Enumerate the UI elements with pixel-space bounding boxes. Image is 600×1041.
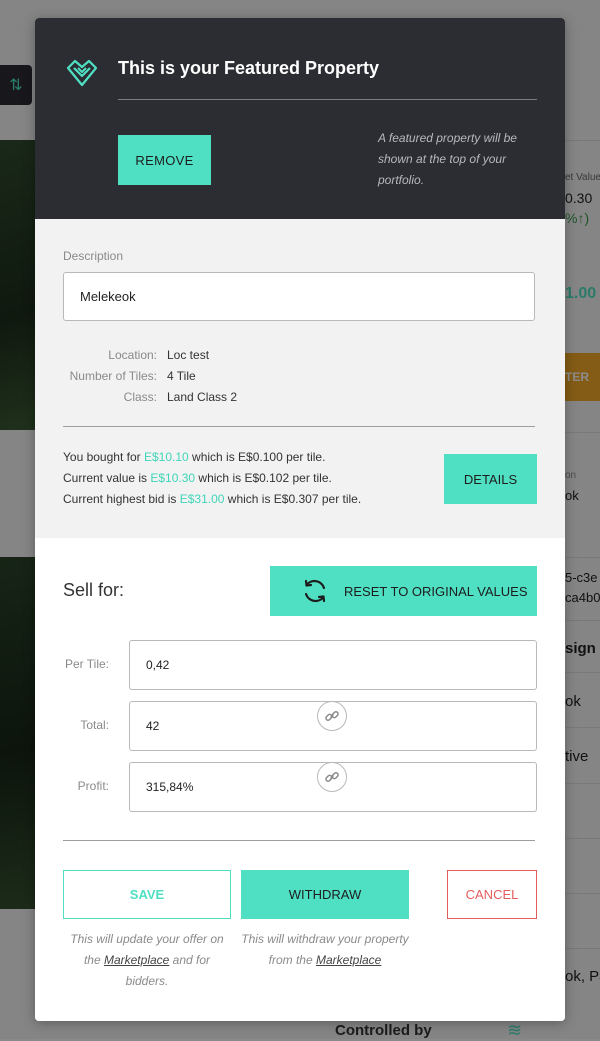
bid-suffix: which is E$0.307 per tile. [224, 492, 362, 506]
property-row-class: Class: Land Class 2 [63, 387, 535, 408]
bought-amount: E$10.10 [143, 450, 189, 464]
class-label: Class: [123, 390, 157, 404]
marketplace-link[interactable]: Marketplace [104, 953, 169, 967]
per-tile-input[interactable] [129, 640, 537, 690]
divider [63, 426, 535, 427]
location-value: Loc test [167, 348, 210, 362]
current-value-line: Current value is E$10.30 which is E$0.10… [63, 468, 433, 489]
link-values-button[interactable] [317, 762, 347, 792]
bought-suffix: which is E$0.100 per tile. [188, 450, 326, 464]
bid-amount: E$31.00 [179, 492, 225, 506]
marketplace-link[interactable]: Marketplace [316, 953, 381, 967]
bid-prefix: Current highest bid is [63, 492, 180, 506]
modal-title: This is your Featured Property [118, 58, 380, 78]
property-row-tiles: Number of Tiles: 4 Tile [63, 366, 535, 387]
reset-label: RESET TO ORIGINAL VALUES [344, 583, 528, 599]
bought-prefix: You bought for [63, 450, 144, 464]
reset-to-original-values-button[interactable]: RESET TO ORIGINAL VALUES [270, 566, 537, 616]
highest-bid-line: Current highest bid is E$31.00 which is … [63, 489, 433, 510]
description-input[interactable] [63, 272, 535, 321]
description-label: Description [63, 249, 124, 263]
link-values-button[interactable] [317, 701, 347, 731]
profit-label: Profit: [77, 779, 109, 793]
current-amount: E$10.30 [150, 471, 196, 485]
price-summary: You bought for E$10.10 which is E$0.100 … [63, 447, 433, 510]
current-suffix: which is E$0.102 per tile. [195, 471, 332, 485]
brand-logo-icon [66, 59, 98, 87]
featured-property-modal: This is your Featured Property REMOVE A … [35, 18, 565, 1021]
tiles-value: 4 Tile [167, 369, 196, 383]
total-row: Total: [35, 701, 565, 751]
per-tile-row: Per Tile: [35, 640, 565, 690]
divider [63, 840, 535, 841]
modal-header: This is your Featured Property REMOVE A … [35, 18, 565, 219]
withdraw-note: This will withdraw your property from th… [241, 929, 409, 971]
per-tile-label: Per Tile: [64, 657, 109, 671]
total-label: Total: [80, 718, 109, 732]
property-details-section: Description Location: Loc test Number of… [35, 219, 565, 538]
details-button[interactable]: DETAILS [444, 454, 537, 504]
bought-price-line: You bought for E$10.10 which is E$0.100 … [63, 447, 433, 468]
link-icon [325, 772, 339, 782]
featured-note: A featured property will be shown at the… [378, 131, 517, 187]
property-row-location: Location: Loc test [63, 345, 535, 366]
class-value: Land Class 2 [167, 390, 238, 404]
current-prefix: Current value is [63, 471, 151, 485]
link-icon [325, 711, 339, 721]
profit-row: Profit: [35, 762, 565, 812]
save-button[interactable]: SAVE [63, 870, 231, 919]
divider [118, 99, 537, 100]
sell-for-label: Sell for: [63, 580, 125, 600]
remove-button[interactable]: REMOVE [118, 135, 211, 185]
withdraw-button[interactable]: WITHDRAW [241, 870, 409, 919]
location-label: Location: [108, 348, 157, 362]
sell-section: Sell for: RESET TO ORIGINAL VALUES Per T… [35, 538, 565, 1021]
tiles-label: Number of Tiles: [69, 369, 157, 383]
save-note: This will update your offer on the Marke… [63, 929, 231, 992]
property-info: Location: Loc test Number of Tiles: 4 Ti… [63, 345, 535, 408]
refresh-icon [304, 579, 326, 603]
cancel-button[interactable]: CANCEL [447, 870, 537, 919]
